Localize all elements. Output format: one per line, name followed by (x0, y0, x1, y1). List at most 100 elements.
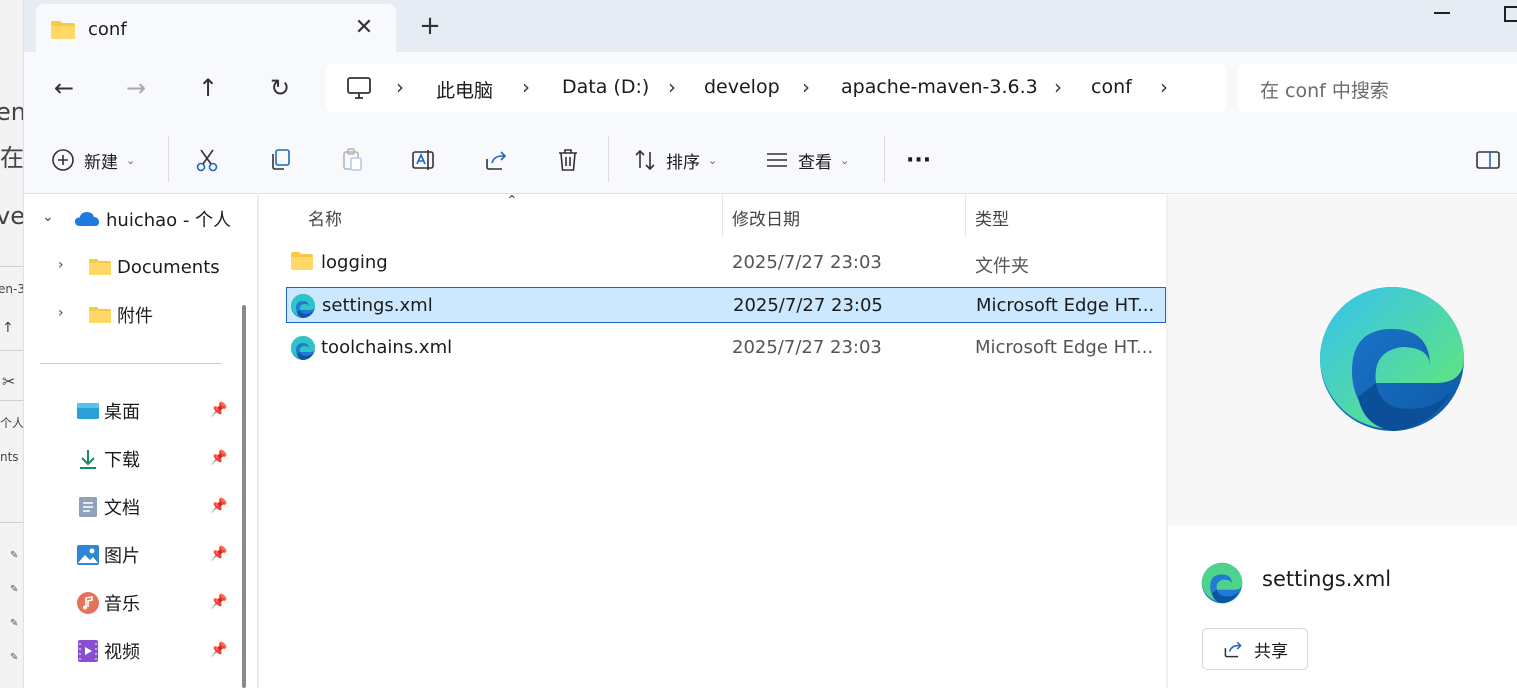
sidebar-item-desktop[interactable]: 桌面 (76, 396, 140, 426)
file-name: settings.xml (322, 295, 433, 316)
sort-button[interactable]: 排序 ⌄ (632, 144, 717, 176)
breadcrumb-separator[interactable]: › (522, 75, 530, 99)
breadcrumb-this-pc[interactable]: 此电脑 (436, 76, 493, 103)
new-button[interactable]: 新建 ⌄ (50, 144, 135, 176)
column-header-type[interactable]: 类型 (975, 205, 1009, 230)
details-pane-icon (1476, 151, 1500, 169)
download-icon (80, 450, 96, 469)
bg-divider (0, 266, 23, 267)
breadcrumb-data-drive[interactable]: Data (D:) (562, 76, 649, 98)
column-divider[interactable] (965, 195, 966, 237)
chevron-right-icon[interactable]: › (58, 305, 64, 321)
pane-splitter[interactable] (257, 195, 259, 688)
tab-title: conf (88, 19, 127, 40)
back-button[interactable]: ← (48, 72, 80, 104)
edge-file-icon (290, 293, 316, 323)
delete-button[interactable] (555, 144, 581, 176)
column-header-modified[interactable]: 修改日期 (732, 205, 800, 230)
sidebar-item-pictures[interactable]: 图片 (76, 540, 140, 570)
breadcrumb-conf[interactable]: conf (1091, 76, 1132, 98)
search-input[interactable]: 在 conf 中搜索 (1238, 64, 1517, 112)
view-label: 查看 (798, 152, 832, 173)
close-tab-icon[interactable]: ✕ (352, 16, 376, 40)
pin-icon[interactable]: 📌 (210, 546, 227, 562)
sidebar-item-label: huichao - 个人 (106, 210, 232, 231)
minimize-icon[interactable] (1434, 12, 1450, 14)
bg-fragment: ve (0, 202, 24, 230)
sidebar-item-documents-quick[interactable]: 文档 (76, 492, 140, 522)
file-type: 文件夹 (975, 256, 1029, 277)
refresh-button[interactable]: ↻ (264, 72, 296, 104)
navigation-bar: ← → ↑ ↻ › 此电脑 › Data (D:) › develop › ap… (24, 52, 1517, 124)
maximize-icon[interactable] (1504, 6, 1517, 22)
pin-icon[interactable]: 📌 (210, 594, 227, 610)
share-icon (486, 151, 507, 170)
bg-fragment: en (0, 98, 23, 126)
column-divider[interactable] (722, 195, 723, 237)
column-header-name[interactable]: 名称 (308, 205, 342, 230)
paste-button[interactable] (339, 144, 365, 176)
new-tab-button[interactable]: + (418, 12, 442, 40)
scissors-icon: ✂ (2, 372, 16, 391)
sidebar-item-label: Documents (117, 256, 220, 278)
file-explorer-window: conf ✕ + ← → ↑ ↻ › 此电脑 › Data (D:) › dev… (24, 0, 1517, 688)
pin-icon[interactable]: 📌 (210, 402, 227, 418)
preview-file-name: settings.xml (1262, 567, 1392, 591)
rename-button[interactable] (411, 144, 437, 176)
toolbar-divider (608, 136, 609, 182)
address-bar[interactable]: › 此电脑 › Data (D:) › develop › apache-mav… (326, 64, 1226, 112)
details-pane-toggle[interactable] (1476, 150, 1502, 174)
sort-ascending-icon: ⌃ (506, 193, 518, 209)
cloud-icon (75, 212, 99, 226)
toolbar-divider (884, 136, 885, 182)
cut-button[interactable] (194, 144, 220, 176)
pin-icon[interactable]: 📌 (210, 642, 227, 658)
video-icon (78, 640, 98, 662)
more-options-button[interactable]: ··· (906, 144, 931, 176)
chevron-right-icon[interactable]: › (58, 257, 64, 273)
desktop-icon (77, 403, 99, 419)
breadcrumb-separator[interactable]: › (802, 75, 810, 99)
pin-icon[interactable]: 📌 (210, 450, 227, 466)
folder-icon (50, 20, 76, 44)
file-row-toolchains[interactable]: toolchains.xml 2025/7/27 23:03 Microsoft… (286, 330, 1166, 366)
breadcrumb-develop[interactable]: develop (704, 76, 780, 98)
breadcrumb-maven[interactable]: apache-maven-3.6.3 (841, 76, 1038, 98)
folder-icon (89, 259, 111, 275)
pin-icon[interactable]: 📌 (210, 498, 227, 514)
sidebar-item-documents[interactable]: Documents (88, 252, 220, 282)
view-button[interactable]: 查看 ⌄ (764, 144, 849, 176)
bg-fragment: 个人 (0, 416, 24, 430)
breadcrumb-separator[interactable]: › (1054, 75, 1062, 99)
pin-icon: ✎ (10, 652, 19, 663)
breadcrumb-separator[interactable]: › (396, 75, 404, 99)
sidebar-item-videos[interactable]: 视频 (76, 636, 140, 666)
rename-icon (412, 150, 434, 170)
file-type: Microsoft Edge HT... (976, 295, 1155, 316)
breadcrumb-separator[interactable]: › (668, 75, 676, 99)
file-type: Microsoft Edge HT... (975, 337, 1154, 358)
plus-circle-icon (52, 149, 74, 171)
edge-file-icon (1200, 561, 1244, 609)
sort-icon (635, 149, 655, 171)
preview-pane: settings.xml 共享 (1166, 195, 1517, 688)
preview-share-button[interactable]: 共享 (1202, 628, 1308, 670)
file-row-settings[interactable]: settings.xml 2025/7/27 23:05 Microsoft E… (286, 287, 1166, 323)
breadcrumb-separator[interactable]: › (1160, 75, 1168, 99)
share-button[interactable] (483, 144, 509, 176)
sidebar-item-music[interactable]: 音乐 (76, 588, 140, 618)
sidebar-item-attachments[interactable]: 附件 (88, 300, 153, 330)
pictures-icon (77, 545, 99, 565)
sidebar-item-downloads[interactable]: 下载 (76, 444, 140, 474)
chevron-down-icon[interactable]: ⌄ (42, 209, 54, 225)
file-row-logging[interactable]: logging 2025/7/27 23:03 文件夹 (286, 245, 1166, 281)
navigation-pane-scrollbar[interactable] (242, 305, 246, 688)
pin-icon: ✎ (10, 618, 19, 629)
copy-button[interactable] (267, 144, 293, 176)
bg-divider (0, 350, 23, 351)
sidebar-item-onedrive[interactable]: huichao - 个人 (74, 204, 231, 234)
tab-conf[interactable]: conf ✕ (36, 4, 396, 52)
forward-button[interactable]: → (120, 72, 152, 104)
file-list: ⌃ 名称 修改日期 类型 logging 2025/7/27 23:03 文件夹… (260, 193, 1166, 688)
up-button[interactable]: ↑ (192, 72, 224, 104)
